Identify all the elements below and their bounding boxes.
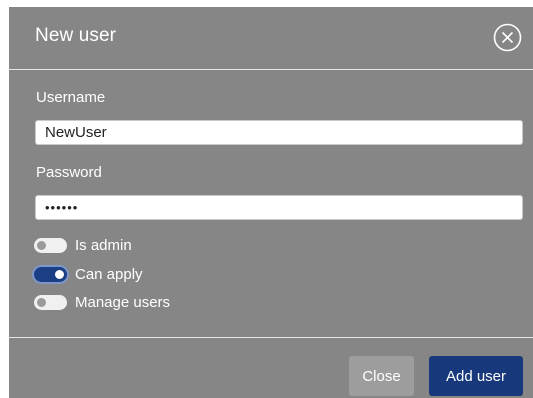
new-user-dialog: New user Username Password Is admin Can … [9, 7, 533, 398]
toggle-switch-manage-users[interactable] [34, 295, 67, 310]
toggle-label-can-apply: Can apply [75, 266, 143, 283]
close-button[interactable]: Close [349, 356, 414, 396]
password-input[interactable] [35, 195, 523, 220]
toggle-switch-is-admin[interactable] [34, 238, 67, 253]
dialog-title: New user [35, 25, 117, 46]
username-input[interactable] [35, 120, 523, 145]
toggle-label-is-admin: Is admin [75, 237, 132, 254]
toggle-knob [37, 241, 46, 250]
dialog-header: New user [9, 7, 533, 70]
toggle-knob [37, 298, 46, 307]
add-user-button[interactable]: Add user [429, 356, 523, 396]
username-label: Username [36, 89, 106, 106]
toggle-label-manage-users: Manage users [75, 294, 171, 311]
footer-divider [9, 337, 533, 338]
toggle-knob [55, 270, 64, 279]
toggle-switch-can-apply[interactable] [34, 267, 67, 282]
password-label: Password [36, 164, 102, 181]
close-circle-icon[interactable] [493, 23, 522, 52]
